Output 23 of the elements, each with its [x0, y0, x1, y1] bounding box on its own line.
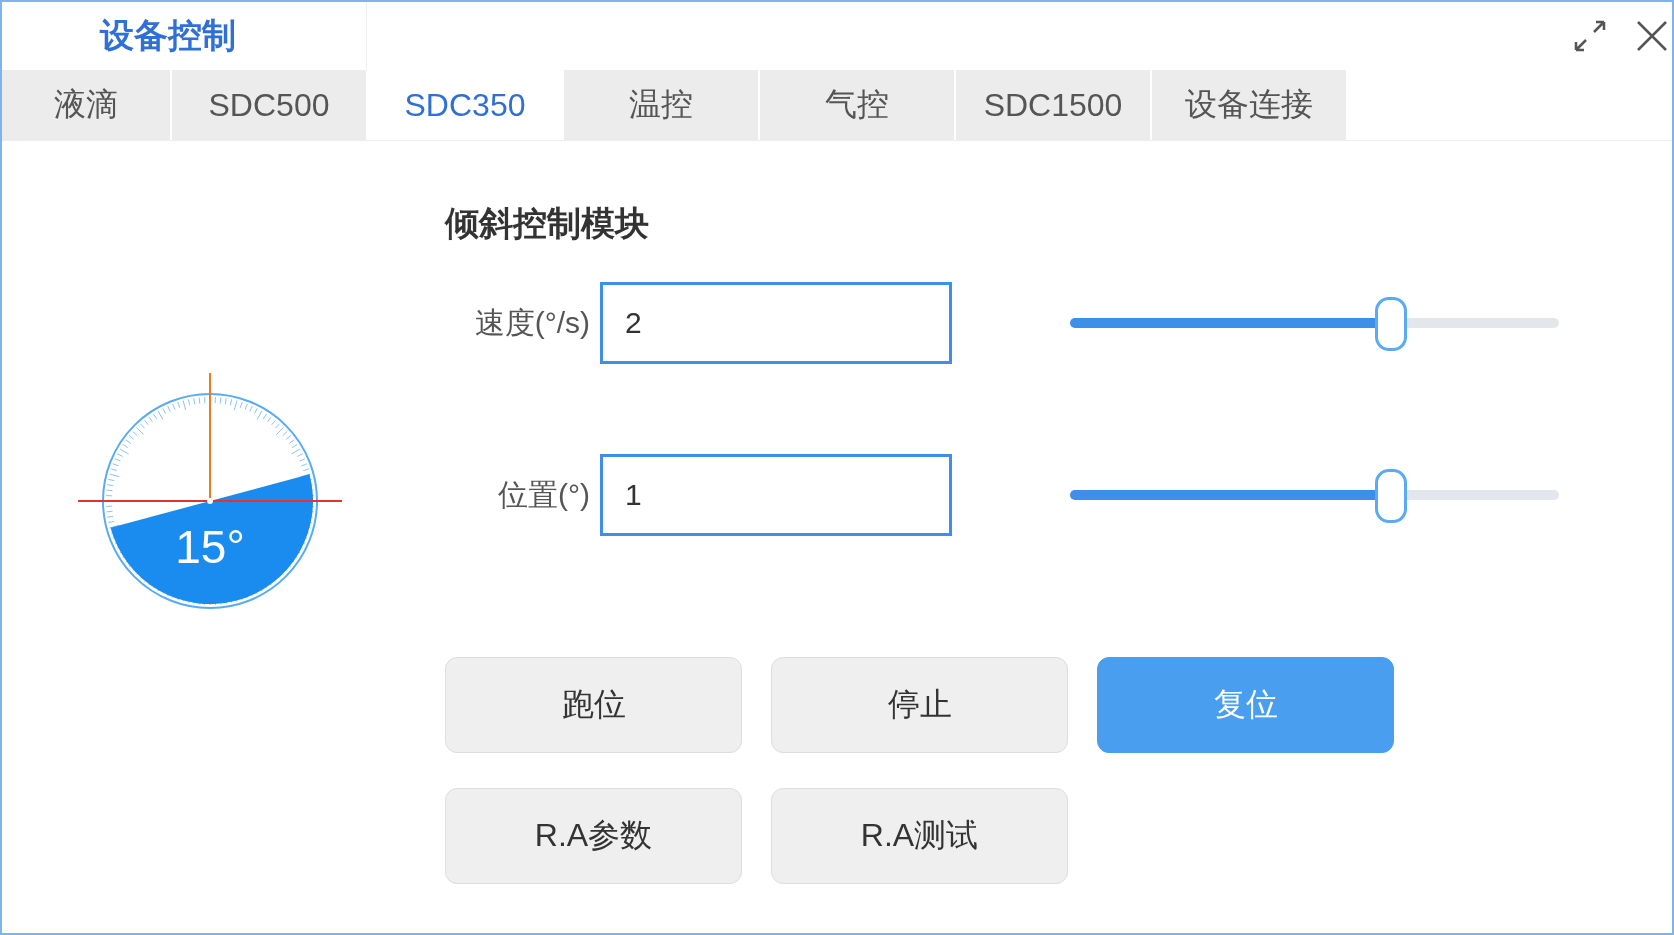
field-label: 位置(°) — [497, 476, 591, 513]
window-title: 设备控制 — [100, 15, 236, 56]
action-button[interactable]: 跑位 — [445, 657, 742, 753]
tab[interactable]: 设备连接 — [1152, 70, 1348, 140]
tab[interactable]: SDC1500 — [956, 70, 1152, 140]
action-button[interactable]: R.A参数 — [445, 788, 742, 884]
tab[interactable]: 气控 — [760, 70, 956, 140]
resize-arrows-icon[interactable] — [1572, 18, 1608, 54]
tab[interactable]: 温控 — [564, 70, 760, 140]
slider[interactable] — [1070, 296, 1559, 350]
field-label: 速度(°/s) — [473, 304, 591, 341]
tab[interactable]: SDC500 — [172, 70, 368, 140]
input-field[interactable]: 2 — [600, 282, 952, 364]
slider[interactable] — [1070, 468, 1559, 522]
slider-handle[interactable] — [1375, 469, 1408, 523]
tab[interactable]: 液滴 — [2, 70, 172, 140]
tilt-angle-reading: 15° — [175, 521, 245, 573]
input-field[interactable]: 1 — [600, 454, 952, 536]
close-icon[interactable] — [1636, 20, 1668, 52]
action-button[interactable]: 停止 — [771, 657, 1068, 753]
slider-handle[interactable] — [1375, 297, 1408, 351]
section-title: 倾斜控制模块 — [445, 203, 650, 244]
action-button[interactable]: R.A测试 — [771, 788, 1068, 884]
